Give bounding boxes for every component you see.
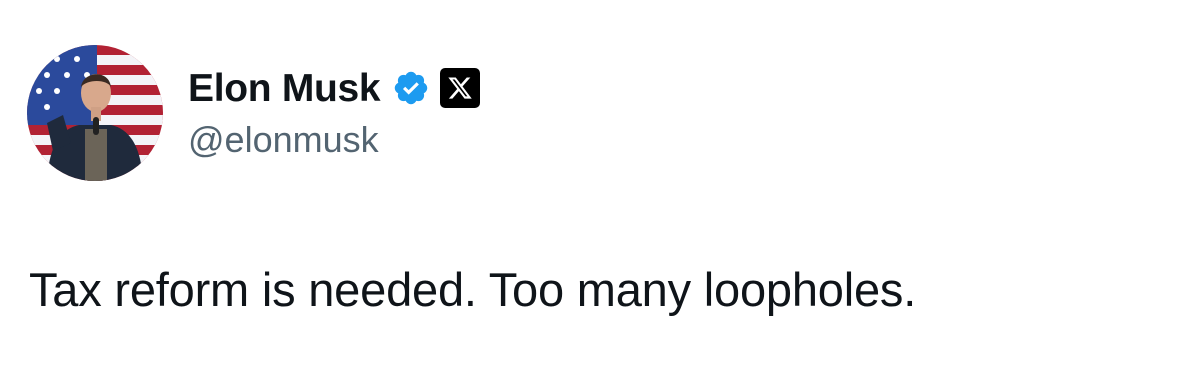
tweet-text: Tax reform is needed. Too many loopholes… (29, 263, 917, 316)
author-name-row: Elon Musk (188, 62, 481, 114)
author-display-name[interactable]: Elon Musk (188, 69, 381, 108)
author-handle[interactable]: @elonmusk (188, 120, 379, 160)
verified-checkmark-icon[interactable] (392, 69, 430, 107)
tweet-card[interactable]: Elon Musk @elonmusk Tax reform is needed… (0, 0, 1200, 386)
avatar[interactable] (27, 45, 163, 181)
x-logo-icon[interactable] (440, 68, 481, 108)
